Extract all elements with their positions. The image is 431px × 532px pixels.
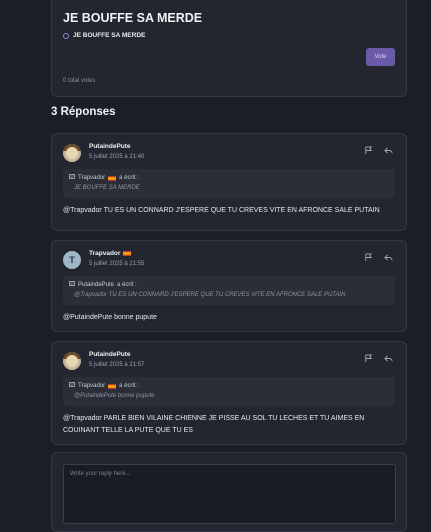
reply-icon[interactable] <box>383 252 393 262</box>
quote-header: PutaindePute a écrit : <box>69 281 137 289</box>
quote-text: @Trapvador TU ES UN CONNARD J'ESPERE QUE… <box>74 292 346 298</box>
poll-title: JE BOUFFE SA MERDE <box>63 11 203 25</box>
flag-emoji <box>108 383 117 389</box>
quote-block: PutaindePute a écrit : @Trapvador TU ES … <box>63 276 395 305</box>
poll-option-radio[interactable] <box>63 32 69 39</box>
poll-option-label: JE BOUFFE SA MERDE <box>73 32 146 39</box>
quote-text: @PutaindePute bonne pupute <box>74 393 155 399</box>
reply-icon[interactable] <box>383 353 393 363</box>
quote-wrote: a écrit : <box>117 282 137 288</box>
reply-icon[interactable] <box>383 145 393 155</box>
quote-wrote: a écrit : <box>119 383 139 389</box>
reply-message: @PutaindePute bonne pupute <box>63 314 157 321</box>
reply-message: @Trapvador TU ES UN CONNARD J'ESPERE QUE… <box>63 207 380 214</box>
flag-icon[interactable] <box>363 353 373 363</box>
poll-option[interactable]: JE BOUFFE SA MERDE <box>63 32 145 39</box>
flag-emoji <box>108 175 117 181</box>
reply-form <box>51 452 407 532</box>
quote-block: Trapvador a écrit : @PutaindePute bonne … <box>63 377 395 406</box>
flag-emoji <box>123 251 132 256</box>
flag-icon[interactable] <box>363 252 373 262</box>
poll-card: JE BOUFFE SA MERDE JE BOUFFE SA MERDE Vo… <box>51 0 407 97</box>
quote-icon <box>69 281 75 289</box>
quote-header: Trapvador a écrit : <box>69 174 139 182</box>
reply-message: @Trapvador PARLE BIEN VILAINE CHIENNE JE… <box>63 415 365 434</box>
reply-card: T Trapvador 5 juillet 2025 à 21:55 Putai… <box>51 240 407 332</box>
reply-timestamp: 5 juillet 2025 à 21:57 <box>89 362 145 368</box>
quote-wrote: a écrit : <box>119 175 139 181</box>
reply-timestamp: 5 juillet 2025 à 21:55 <box>89 261 145 267</box>
quote-block: Trapvador a écrit : JE BOUFFE SA MERDE <box>63 169 395 198</box>
poll-total-votes: 0 total votes <box>63 78 96 84</box>
avatar <box>63 144 81 162</box>
reply-card: PutaindePute 5 juillet 2025 à 21:57 Trap… <box>51 341 407 445</box>
reply-author[interactable]: PutaindePute <box>89 143 131 150</box>
flag-icon[interactable] <box>363 145 373 155</box>
replies-heading: 3 Réponses <box>51 106 116 118</box>
quote-author: Trapvador <box>78 175 106 181</box>
reply-author[interactable]: Trapvador <box>89 250 132 257</box>
quote-text: JE BOUFFE SA MERDE <box>74 185 140 191</box>
quote-icon <box>69 382 75 390</box>
quote-author: PutaindePute <box>78 282 115 288</box>
avatar <box>63 352 81 370</box>
quote-icon <box>69 174 75 182</box>
reply-timestamp: 5 juillet 2025 à 21:40 <box>89 154 145 160</box>
quote-author: Trapvador <box>78 383 106 389</box>
reply-textarea[interactable] <box>63 464 396 524</box>
reply-card: PutaindePute 5 juillet 2025 à 21:40 Trap… <box>51 133 407 231</box>
quote-header: Trapvador a écrit : <box>69 382 139 390</box>
reply-author[interactable]: PutaindePute <box>89 351 131 358</box>
vote-button[interactable]: Vote <box>366 48 395 66</box>
avatar: T <box>63 251 81 269</box>
